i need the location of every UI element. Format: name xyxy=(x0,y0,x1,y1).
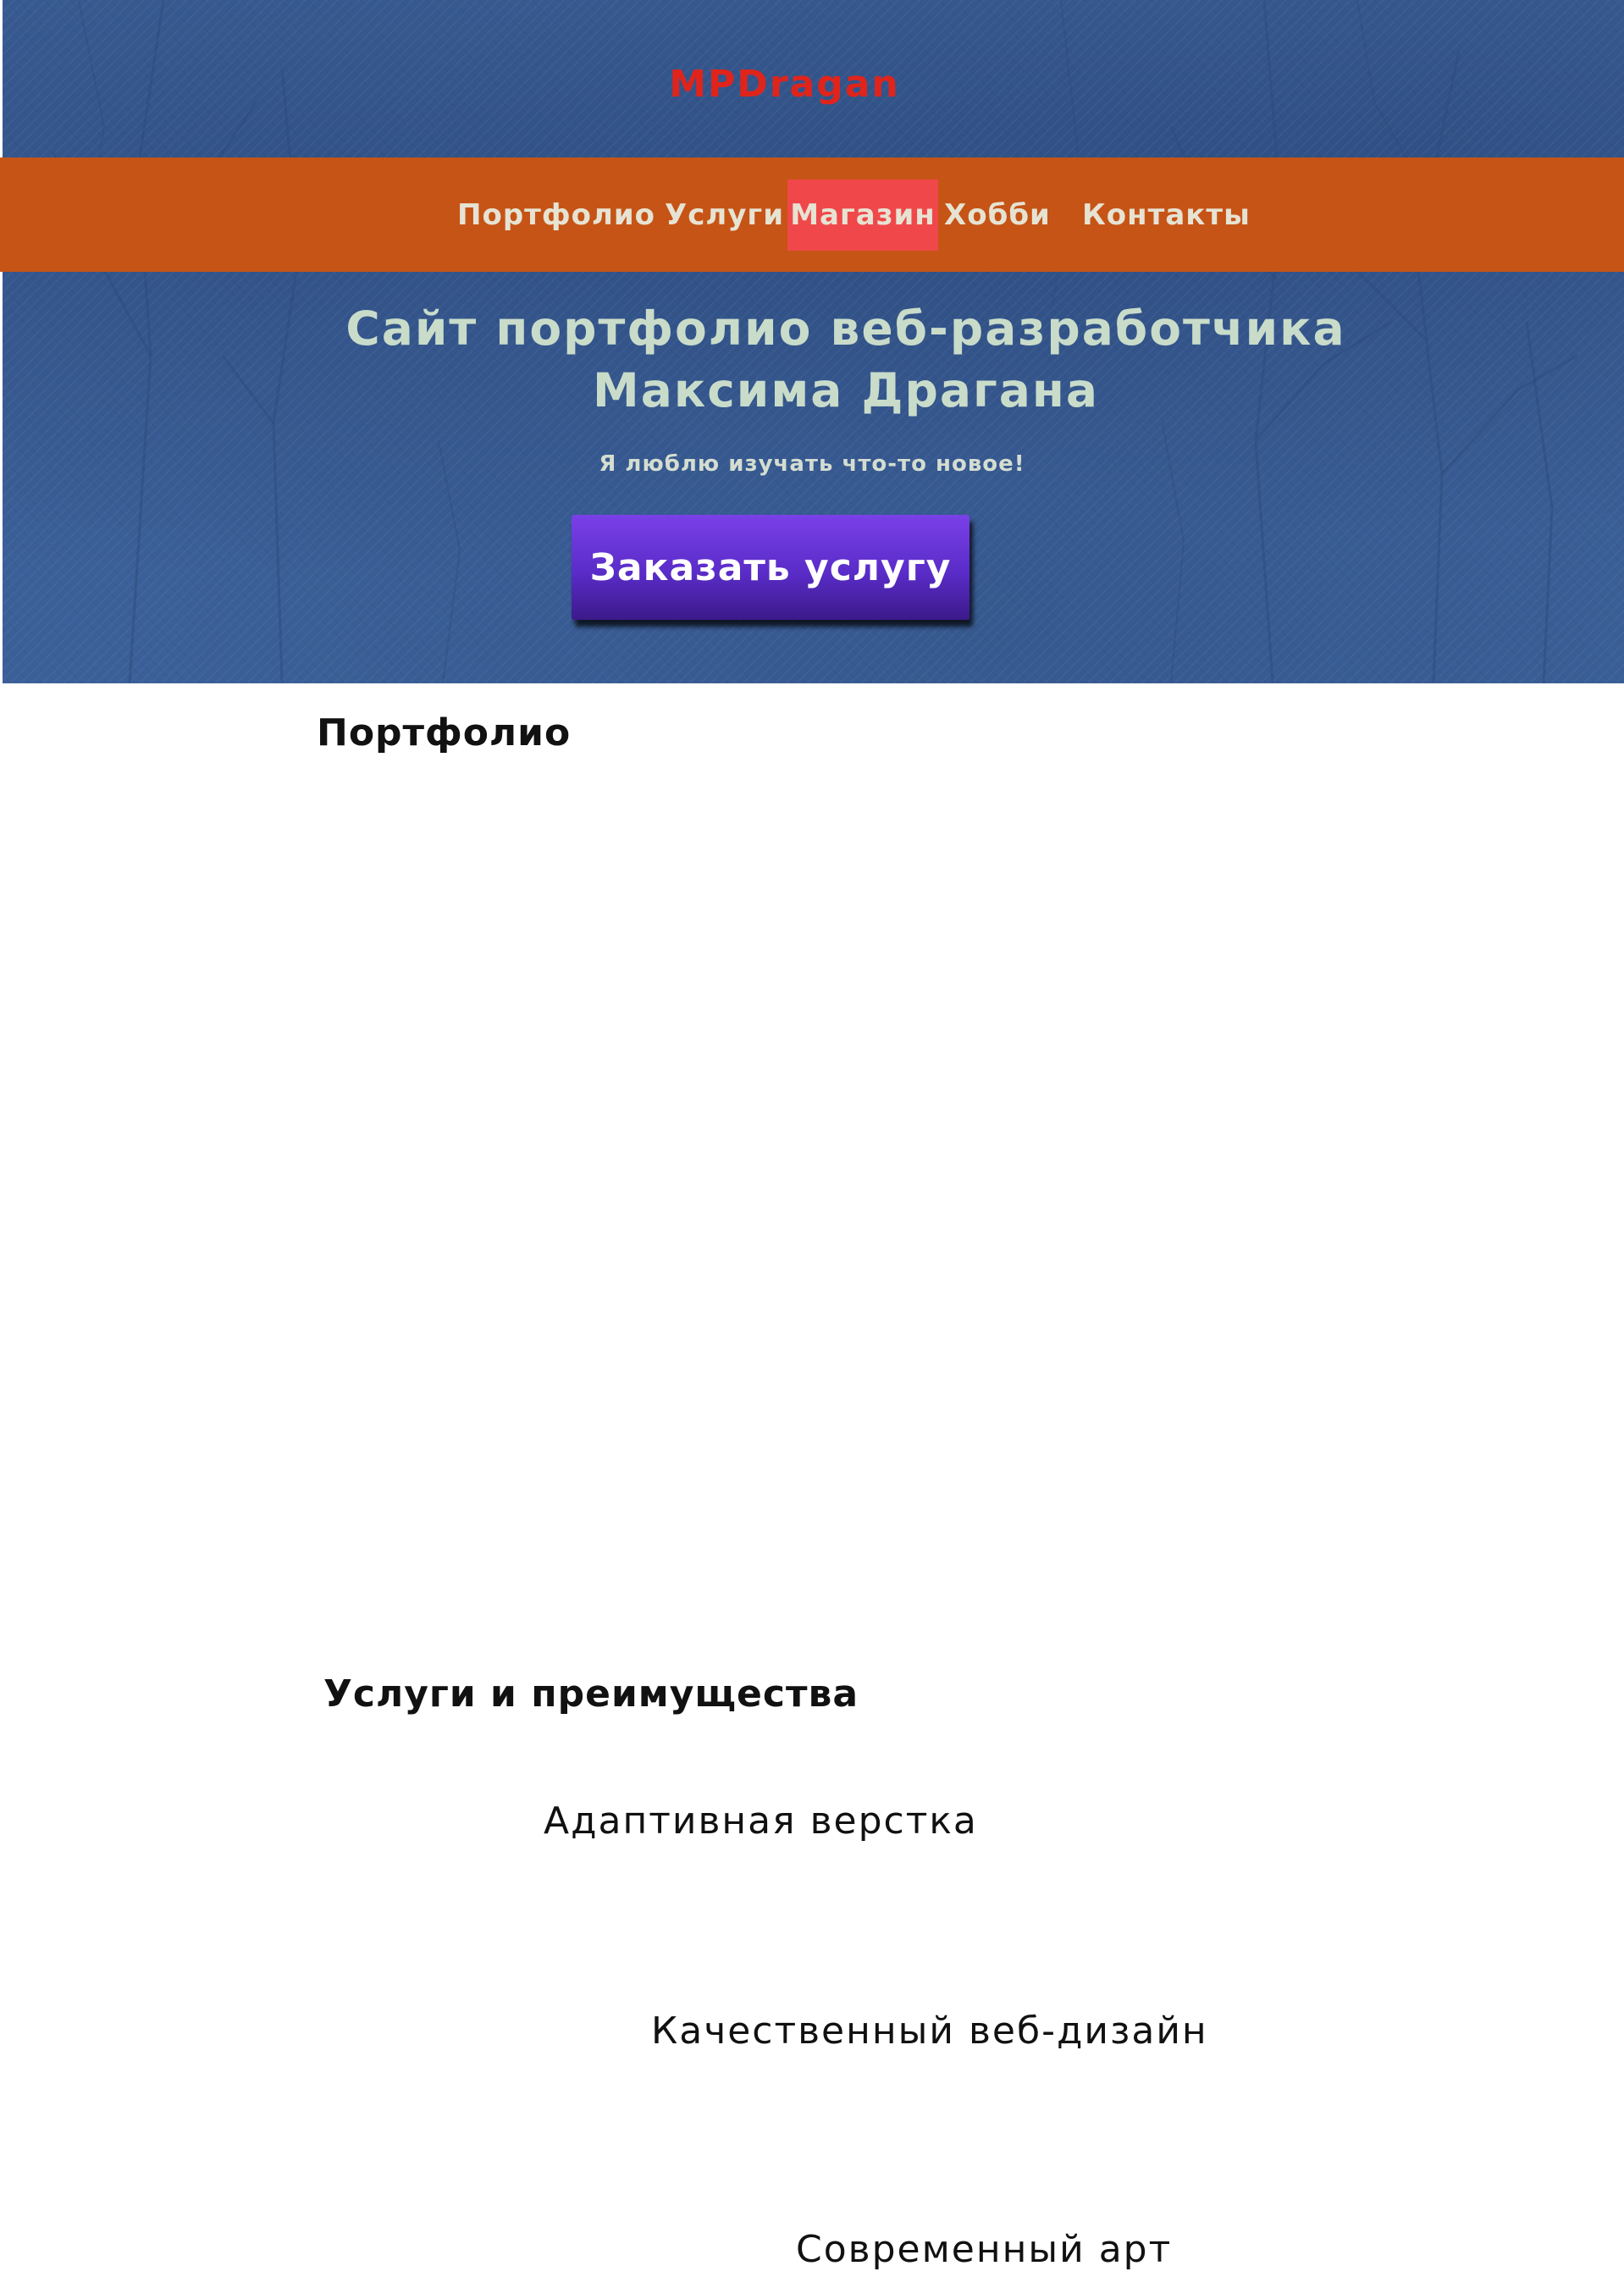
portfolio-heading: Портфолио xyxy=(317,711,572,754)
site-logo[interactable]: MPDragan xyxy=(3,59,1624,110)
nav-item-services[interactable]: Услуги xyxy=(665,180,783,251)
nav-item-portfolio[interactable]: Портфолио xyxy=(457,180,655,251)
portfolio-gallery xyxy=(317,779,1307,1626)
nav-item-shop[interactable]: Магазин xyxy=(787,180,938,251)
services-heading: Услуги и преимущества xyxy=(323,1672,859,1716)
service-item-modern-art: Современный арт xyxy=(796,2228,1173,2271)
hero-subtitle: Я люблю изучать что-то новое! xyxy=(599,451,1025,477)
hero-title: Сайт портфолио веб-разработчика Максима … xyxy=(34,298,1624,422)
main-navigation: Портфолио Услуги Магазин Хобби Контакты xyxy=(0,158,1624,272)
service-item-web-design: Качественный веб-дизайн xyxy=(651,2009,1208,2053)
nav-item-contacts[interactable]: Контакты xyxy=(1082,180,1250,251)
hero-title-line-2: Максима Драгана xyxy=(593,363,1099,417)
nav-item-hobby[interactable]: Хобби xyxy=(944,180,1050,251)
hero-title-line-1: Сайт портфолио веб-разработчика xyxy=(345,301,1346,356)
service-item-adaptive-layout: Адаптивная верстка xyxy=(544,1799,978,1843)
order-service-button[interactable]: Заказать услугу xyxy=(572,515,969,620)
